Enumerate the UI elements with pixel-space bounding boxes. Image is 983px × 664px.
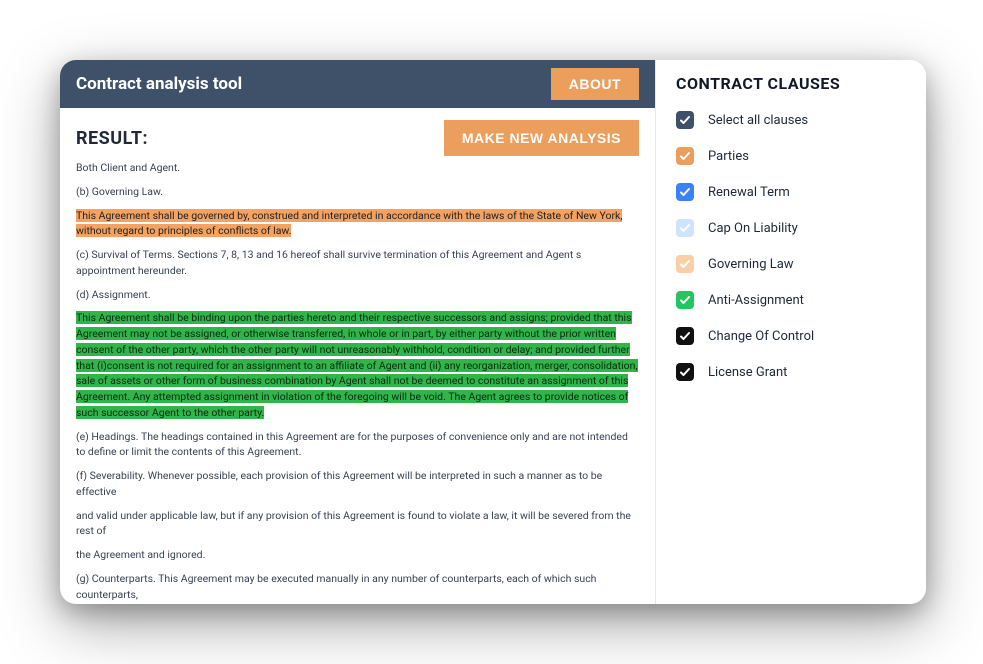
clause-label: Governing Law xyxy=(708,257,794,272)
left-panel: Contract analysis tool ABOUT RESULT: MAK… xyxy=(60,60,656,604)
clause-label: Cap On Liability xyxy=(708,221,798,236)
clause-item-select-all-clauses[interactable]: Select all clauses xyxy=(676,111,906,129)
checkbox-icon[interactable] xyxy=(676,327,694,345)
clause-item-renewal-term[interactable]: Renewal Term xyxy=(676,183,906,201)
checkbox-icon[interactable] xyxy=(676,183,694,201)
section-b-heading: (b) Governing Law. xyxy=(76,184,639,200)
header: Contract analysis tool ABOUT xyxy=(60,60,655,108)
clause-label: Change Of Control xyxy=(708,329,814,344)
clause-label: License Grant xyxy=(708,365,787,380)
make-new-analysis-button[interactable]: MAKE NEW ANALYSIS xyxy=(444,120,639,156)
checkbox-icon[interactable] xyxy=(676,111,694,129)
right-panel: CONTRACT CLAUSES Select all clauses Parti… xyxy=(656,60,926,604)
clause-item-change-of-control[interactable]: Change Of Control xyxy=(676,327,906,345)
section-c: (c) Survival of Terms. Sections 7, 8, 13… xyxy=(76,247,639,279)
governing-law-highlight: This Agreement shall be governed by, con… xyxy=(76,209,622,238)
section-d-heading: (d) Assignment. xyxy=(76,287,639,303)
section-g-line1: (g) Counterparts. This Agreement may be … xyxy=(76,571,639,603)
clause-item-license-grant[interactable]: License Grant xyxy=(676,363,906,381)
checkbox-icon[interactable] xyxy=(676,147,694,165)
about-button[interactable]: ABOUT xyxy=(551,68,639,100)
assignment-highlight: This Agreement shall be binding upon the… xyxy=(76,311,638,419)
clause-item-anti-assignment[interactable]: Anti-Assignment xyxy=(676,291,906,309)
clause-label: Renewal Term xyxy=(708,185,790,200)
clause-item-governing-law[interactable]: Governing Law xyxy=(676,255,906,273)
clause-item-parties[interactable]: Parties xyxy=(676,147,906,165)
result-content: Both Client and Agent. (b) Governing Law… xyxy=(60,158,655,604)
result-intro: Both Client and Agent. xyxy=(76,160,639,176)
clauses-heading: CONTRACT CLAUSES xyxy=(676,74,906,93)
clause-label: Select all clauses xyxy=(708,113,808,128)
app-title: Contract analysis tool xyxy=(76,74,242,94)
checkbox-icon[interactable] xyxy=(676,363,694,381)
toolbar: RESULT: MAKE NEW ANALYSIS xyxy=(60,108,655,158)
section-f-line1: (f) Severability. Whenever possible, eac… xyxy=(76,468,639,500)
clause-label: Anti-Assignment xyxy=(708,293,804,308)
checkbox-icon[interactable] xyxy=(676,219,694,237)
clause-label: Parties xyxy=(708,149,749,164)
section-e: (e) Headings. The headings contained in … xyxy=(76,429,639,461)
section-f-line3: the Agreement and ignored. xyxy=(76,547,639,563)
app-window: Contract analysis tool ABOUT RESULT: MAK… xyxy=(60,60,926,604)
checkbox-icon[interactable] xyxy=(676,291,694,309)
clause-list: Select all clauses Parties Renewal Term Cap… xyxy=(676,111,906,381)
checkbox-icon[interactable] xyxy=(676,255,694,273)
section-f-line2: and valid under applicable law, but if a… xyxy=(76,508,639,540)
result-heading: RESULT: xyxy=(76,128,148,149)
clause-item-cap-on-liability[interactable]: Cap On Liability xyxy=(676,219,906,237)
